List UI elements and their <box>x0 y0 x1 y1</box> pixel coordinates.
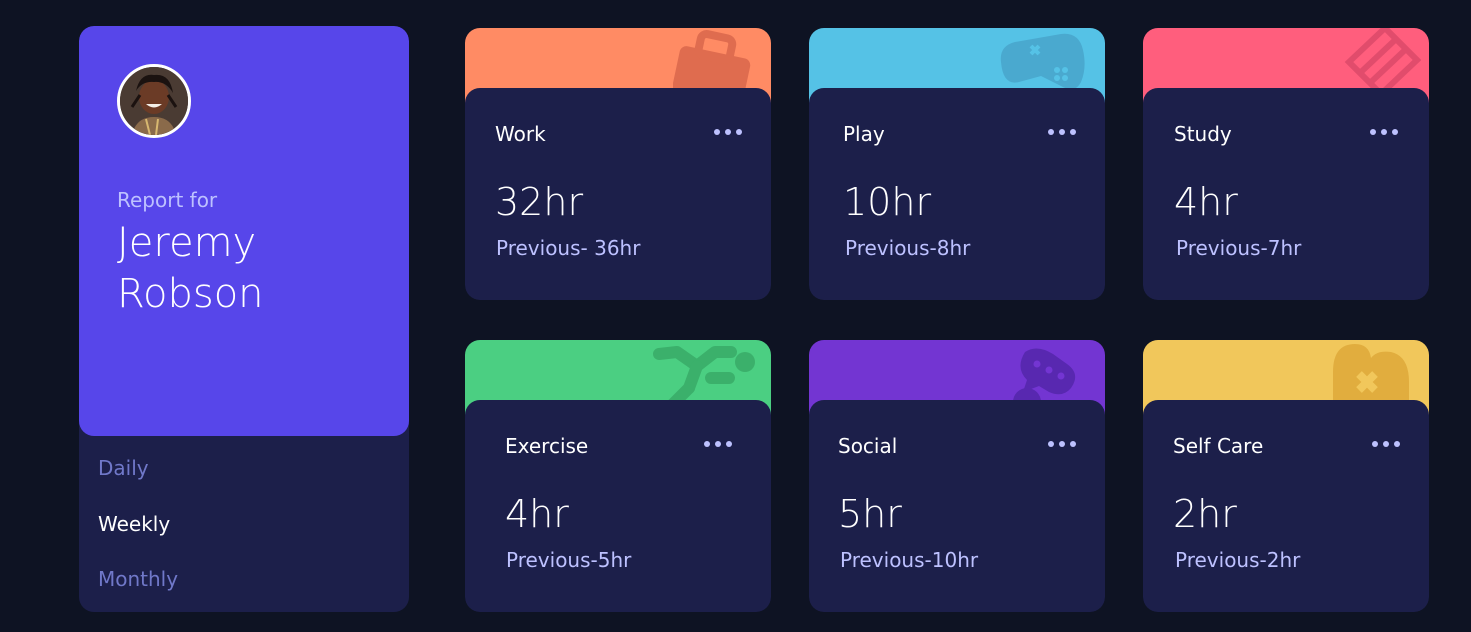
card-previous-hours: Previous-10hr <box>840 548 979 572</box>
ellipsis-menu-icon[interactable] <box>1369 122 1399 142</box>
ellipsis-menu-icon[interactable] <box>713 122 743 142</box>
ellipsis-menu-icon[interactable] <box>1047 122 1077 142</box>
activity-card-exercise: Exercise 4hr Previous-5hr <box>465 340 771 612</box>
card-title: Exercise <box>505 434 589 458</box>
period-weekly[interactable]: Weekly <box>98 512 170 536</box>
card-title: Work <box>495 122 546 146</box>
ellipsis-menu-icon[interactable] <box>703 434 733 454</box>
activity-card-play: Play 10hr Previous-8hr <box>809 28 1105 300</box>
card-current-hours: 4hr <box>505 492 569 536</box>
card-current-hours: 5hr <box>838 492 902 536</box>
report-for-label: Report for <box>117 188 218 212</box>
card-previous-hours: Previous-5hr <box>506 548 632 572</box>
card-current-hours: 10hr <box>843 180 932 224</box>
activity-card-study: Study 4hr Previous-7hr <box>1143 28 1429 300</box>
ellipsis-menu-icon[interactable] <box>1047 434 1077 454</box>
avatar <box>117 64 191 138</box>
card-body: Exercise 4hr Previous-5hr <box>465 400 771 612</box>
activity-card-work: Work 32hr Previous- 36hr <box>465 28 771 300</box>
ellipsis-menu-icon[interactable] <box>1371 434 1401 454</box>
card-body: Self Care 2hr Previous-2hr <box>1143 400 1429 612</box>
activity-card-social: Social 5hr Previous-10hr <box>809 340 1105 612</box>
period-daily[interactable]: Daily <box>98 456 149 480</box>
user-name: Jeremy Robson <box>117 220 264 317</box>
card-title: Self Care <box>1173 434 1264 458</box>
card-body: Play 10hr Previous-8hr <box>809 88 1105 300</box>
profile-card: Report for Jeremy Robson Daily Weekly Mo… <box>79 26 409 612</box>
avatar-image <box>120 67 188 135</box>
card-previous-hours: Previous-2hr <box>1175 548 1301 572</box>
card-previous-hours: Previous-7hr <box>1176 236 1302 260</box>
card-previous-hours: Previous- 36hr <box>496 236 641 260</box>
period-monthly[interactable]: Monthly <box>98 567 178 591</box>
card-title: Play <box>843 122 885 146</box>
card-body: Social 5hr Previous-10hr <box>809 400 1105 612</box>
card-previous-hours: Previous-8hr <box>845 236 971 260</box>
card-current-hours: 4hr <box>1174 180 1238 224</box>
card-body: Work 32hr Previous- 36hr <box>465 88 771 300</box>
card-title: Study <box>1174 122 1232 146</box>
profile-header: Report for Jeremy Robson <box>79 26 409 436</box>
card-current-hours: 32hr <box>495 180 584 224</box>
card-current-hours: 2hr <box>1173 492 1237 536</box>
card-title: Social <box>838 434 898 458</box>
activity-card-self-care: Self Care 2hr Previous-2hr <box>1143 340 1429 612</box>
card-body: Study 4hr Previous-7hr <box>1143 88 1429 300</box>
